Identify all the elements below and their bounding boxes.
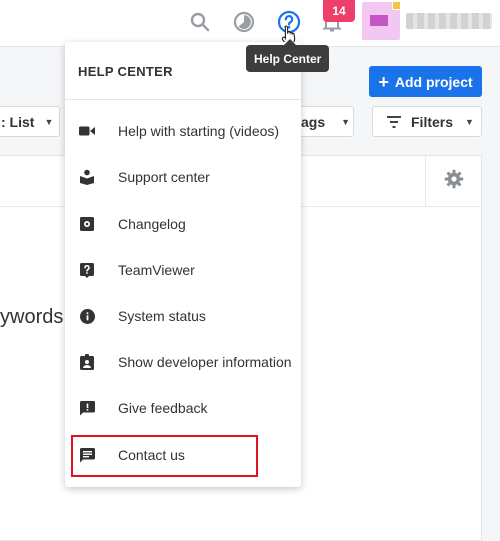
- menu-item-label: Changelog: [118, 216, 186, 232]
- gear-icon[interactable]: [444, 169, 464, 189]
- caret-down-icon: ▼: [44, 116, 54, 127]
- plus-icon: +: [378, 71, 389, 92]
- book-reader-icon: [79, 169, 95, 185]
- search-icon[interactable]: [188, 10, 212, 34]
- panel-vertical-divider: [425, 156, 426, 206]
- menu-item-system-status[interactable]: System status: [65, 296, 301, 336]
- menu-item-label: Help with starting (videos): [118, 123, 280, 139]
- menu-title: HELP CENTER: [78, 64, 173, 79]
- filters-label: Filters: [411, 113, 454, 130]
- menu-item-label: Show developer information: [118, 354, 292, 370]
- timer-icon[interactable]: [232, 10, 256, 34]
- menu-item-developer-info[interactable]: Show developer information: [65, 342, 301, 382]
- username-blurred[interactable]: [406, 13, 492, 29]
- filter-icon: [387, 115, 401, 128]
- view-select[interactable]: : List ▼: [0, 106, 60, 137]
- add-project-button[interactable]: + Add project: [369, 66, 482, 97]
- menu-item-help-videos[interactable]: Help with starting (videos): [65, 111, 301, 151]
- notification-badge[interactable]: 14: [323, 0, 355, 22]
- caret-down-icon: ▼: [465, 116, 474, 127]
- menu-item-label: TeamViewer: [118, 262, 195, 278]
- help-center-menu: HELP CENTER Help with starting (videos) …: [65, 42, 301, 487]
- caret-down-icon: ▼: [341, 116, 351, 127]
- menu-item-give-feedback[interactable]: Give feedback: [65, 388, 301, 428]
- avatar-image: [370, 15, 388, 26]
- top-header: 14: [0, 0, 500, 47]
- tags-select-label: ags: [301, 113, 326, 130]
- menu-item-teamviewer[interactable]: TeamViewer: [65, 250, 301, 290]
- avatar[interactable]: [362, 1, 401, 40]
- contact-us-highlight: [71, 435, 258, 477]
- view-select-label: : List: [1, 113, 35, 130]
- help-box-icon: [79, 262, 95, 278]
- menu-item-support-center[interactable]: Support center: [65, 157, 301, 197]
- menu-item-label: Support center: [118, 169, 210, 185]
- video-camera-icon: [79, 123, 95, 139]
- keywords-text-fragment: ywords.: [0, 306, 69, 328]
- info-icon: [79, 308, 95, 324]
- menu-item-changelog[interactable]: Changelog: [65, 204, 301, 244]
- feedback-icon: [79, 400, 95, 416]
- avatar-status-dot: [392, 1, 401, 10]
- menu-item-label: System status: [118, 308, 206, 324]
- menu-separator: [65, 99, 301, 100]
- menu-item-label: Give feedback: [118, 400, 208, 416]
- add-project-label: Add project: [394, 73, 473, 90]
- help-center-tooltip: Help Center: [246, 39, 330, 72]
- filters-button[interactable]: Filters ▼: [372, 106, 482, 137]
- settings-box-icon: [79, 216, 95, 232]
- badge-icon: [79, 354, 95, 370]
